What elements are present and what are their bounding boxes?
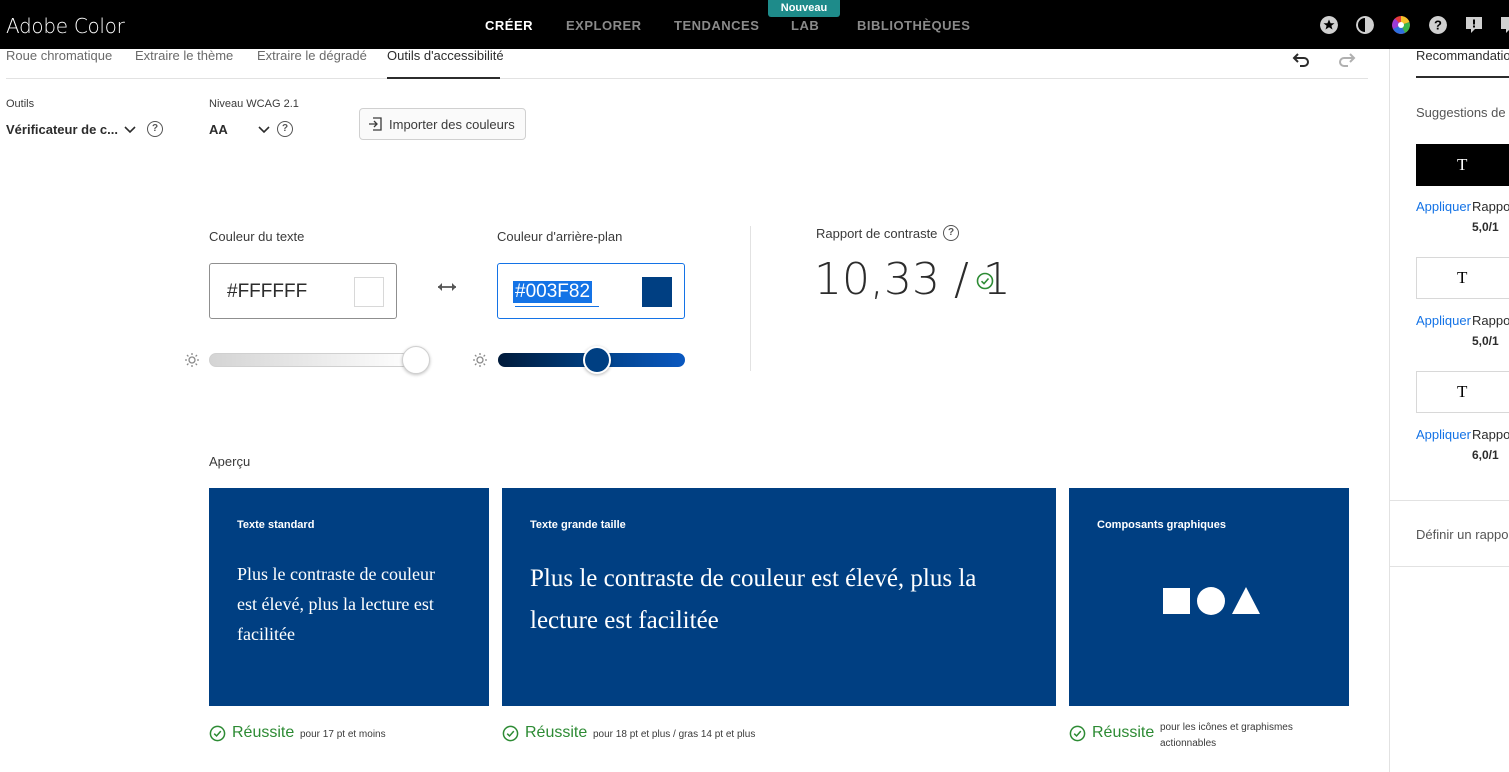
preview-card-standard: Texte standard Plus le contraste de coul… <box>209 488 489 706</box>
apply-link[interactable]: Appliquer <box>1416 427 1471 442</box>
top-bar: Adobe Color CRÉER EXPLORER TENDANCES Nou… <box>0 0 1509 49</box>
nav-creer[interactable]: CRÉER <box>485 18 533 33</box>
wcag-help-icon[interactable]: ? <box>277 121 293 137</box>
suggestion-card[interactable]: T <box>1416 144 1509 186</box>
wcag-label: Niveau WCAG 2.1 <box>209 98 299 110</box>
nav-explorer[interactable]: EXPLORER <box>566 18 642 33</box>
contrast-label: Rapport de contraste <box>816 226 938 241</box>
suggestions-label: Suggestions de couleurs <box>1416 105 1509 120</box>
wcag-select[interactable]: AA <box>209 122 228 137</box>
active-subtab-indicator <box>387 77 500 79</box>
preview-title: Aperçu <box>209 454 251 469</box>
background-color-label: Couleur d'arrière-plan <box>497 229 623 244</box>
pass-description: pour 17 pt et moins <box>300 729 386 740</box>
star-icon[interactable] <box>1320 16 1338 34</box>
brightness-icon <box>473 353 487 367</box>
pass-label: Réussite <box>525 724 588 741</box>
ratio-label: Rapport <box>1472 427 1509 442</box>
hex-input-underline <box>515 306 599 307</box>
chevron-down-icon[interactable] <box>258 124 270 136</box>
check-circle-icon <box>502 725 519 742</box>
text-brightness-slider[interactable] <box>209 353 416 367</box>
nav-lab[interactable]: LAB <box>791 18 819 33</box>
text-color-input[interactable]: #FFFFFF <box>209 263 397 319</box>
vertical-divider <box>750 226 751 371</box>
brightness-icon <box>185 353 199 367</box>
check-circle-icon <box>976 272 994 290</box>
pass-label: Réussite <box>1092 724 1155 741</box>
nav-tendances[interactable]: TENDANCES <box>674 18 759 33</box>
ratio-value: 6,0/1 <box>1472 448 1499 462</box>
subtab-roue-chromatique[interactable]: Roue chromatique <box>6 48 112 63</box>
nav-bibliotheques[interactable]: BIBLIOTHÈQUES <box>857 18 970 33</box>
feedback-icon[interactable] <box>1465 16 1483 34</box>
preview-card-large: Texte grande taille Plus le contraste de… <box>502 488 1056 706</box>
pass-label: Réussite <box>232 724 295 741</box>
suggestion-card[interactable]: T <box>1416 257 1509 299</box>
redo-icon[interactable] <box>1338 50 1356 68</box>
swap-arrows-icon[interactable] <box>437 280 457 294</box>
triangle-shape-icon <box>1232 587 1260 614</box>
app-logo[interactable]: Adobe Color <box>6 14 125 38</box>
panel-divider <box>1390 566 1509 567</box>
card-sample-text: Plus le contraste de couleur est élevé, … <box>237 564 435 644</box>
tools-help-icon[interactable]: ? <box>147 121 163 137</box>
define-ratio-label[interactable]: Définir un rapport <box>1416 527 1509 542</box>
chat-icon[interactable] <box>1500 16 1509 34</box>
ratio-label: Rapport <box>1472 199 1509 214</box>
active-tab-indicator <box>1416 76 1509 78</box>
import-icon <box>369 117 382 131</box>
pass-description: pour 18 pt et plus / gras 14 pt et plus <box>593 729 756 740</box>
svg-text:?: ? <box>1434 18 1442 33</box>
text-color-swatch[interactable] <box>354 277 384 307</box>
suggestion-glyph: T <box>1457 268 1468 287</box>
ratio-value: 5,0/1 <box>1472 220 1499 234</box>
panel-divider <box>1390 500 1509 501</box>
suggestion-card[interactable]: T <box>1416 371 1509 413</box>
help-icon[interactable]: ? <box>1429 16 1447 34</box>
ratio-label: Rapport <box>1472 313 1509 328</box>
text-brightness-thumb[interactable] <box>402 346 430 374</box>
new-badge: Nouveau <box>768 0 840 17</box>
tab-recommendations[interactable]: Recommandations <box>1416 49 1509 63</box>
subtab-extraire-degrade[interactable]: Extraire le dégradé <box>257 48 367 63</box>
suggestion-glyph: T <box>1457 155 1468 174</box>
recommendations-panel: Recommandations Suggestions de couleurs … <box>1389 49 1509 772</box>
contrast-icon[interactable] <box>1356 16 1374 34</box>
check-circle-icon <box>209 725 226 742</box>
pass-description: pour les icônes et graphismes actionnabl… <box>1160 722 1293 749</box>
chevron-down-icon[interactable] <box>124 124 136 136</box>
preview-card-graphics: Composants graphiques <box>1069 488 1349 706</box>
background-brightness-thumb[interactable] <box>583 346 612 374</box>
text-color-label: Couleur du texte <box>209 229 305 244</box>
contrast-help-icon[interactable]: ? <box>943 225 959 241</box>
import-colors-button[interactable]: Importer des couleurs <box>359 108 526 140</box>
apply-link[interactable]: Appliquer <box>1416 199 1471 214</box>
subtabs-divider <box>6 78 1368 79</box>
tools-label: Outils <box>6 98 35 110</box>
text-color-hex: #FFFFFF <box>227 281 308 302</box>
undo-icon[interactable] <box>1292 50 1310 68</box>
apply-link[interactable]: Appliquer <box>1416 313 1471 328</box>
card-title: Composants graphiques <box>1097 519 1226 531</box>
color-wheel-icon[interactable] <box>1392 16 1410 34</box>
card-title: Texte standard <box>237 519 315 531</box>
import-colors-label: Importer des couleurs <box>389 117 515 132</box>
check-circle-icon <box>1069 725 1086 742</box>
ratio-value: 5,0/1 <box>1472 334 1499 348</box>
card-sample-text: Plus le contraste de couleur est élevé, … <box>530 565 977 634</box>
square-shape-icon <box>1163 588 1190 614</box>
subtab-extraire-theme[interactable]: Extraire le thème <box>135 48 233 63</box>
circle-shape-icon <box>1197 587 1225 615</box>
tools-select[interactable]: Vérificateur de c... <box>6 122 118 137</box>
card-title: Texte grande taille <box>530 519 626 531</box>
background-color-swatch[interactable] <box>642 277 672 307</box>
background-color-input[interactable]: #003F82 <box>497 263 685 319</box>
subtab-accessibilite[interactable]: Outils d'accessibilité <box>387 48 504 63</box>
suggestion-glyph: T <box>1457 382 1468 401</box>
background-color-hex: #003F82 <box>513 281 593 303</box>
